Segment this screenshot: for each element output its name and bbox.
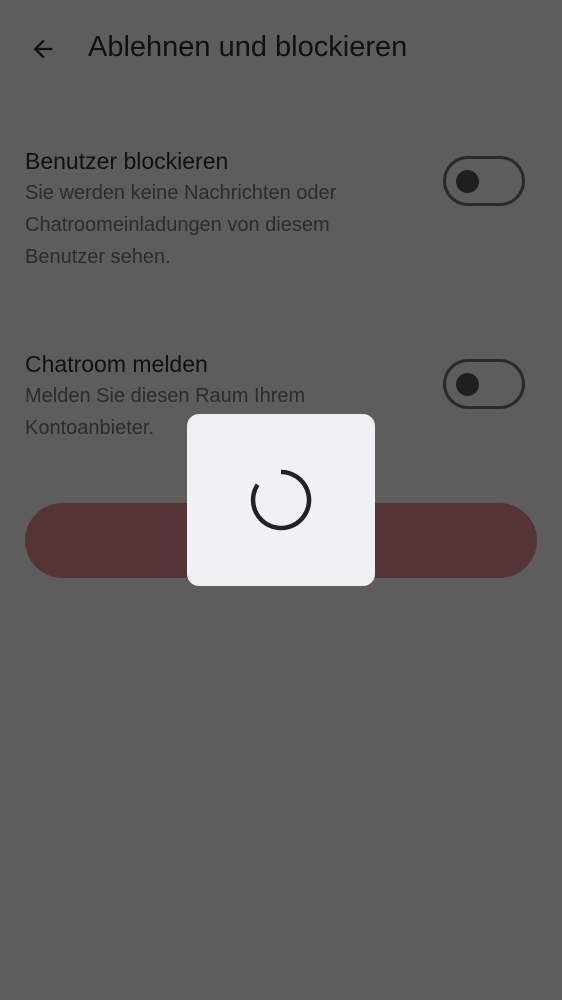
screen: Ablehnen und blockieren Benutzer blockie… xyxy=(0,0,562,1000)
back-button[interactable] xyxy=(22,28,64,70)
block-user-switch[interactable] xyxy=(443,156,525,206)
setting-description: Sie werden keine Nachrichten oder Chatro… xyxy=(25,182,337,268)
top-app-bar: Ablehnen und blockieren xyxy=(0,0,562,100)
arrow-back-icon xyxy=(33,39,53,59)
progress-spinner-icon xyxy=(250,469,312,531)
switch-knob xyxy=(456,373,479,396)
loading-dialog xyxy=(187,414,375,586)
page-title: Ablehnen und blockieren xyxy=(88,31,408,63)
switch-knob xyxy=(456,170,479,193)
report-room-switch[interactable] xyxy=(443,359,525,409)
